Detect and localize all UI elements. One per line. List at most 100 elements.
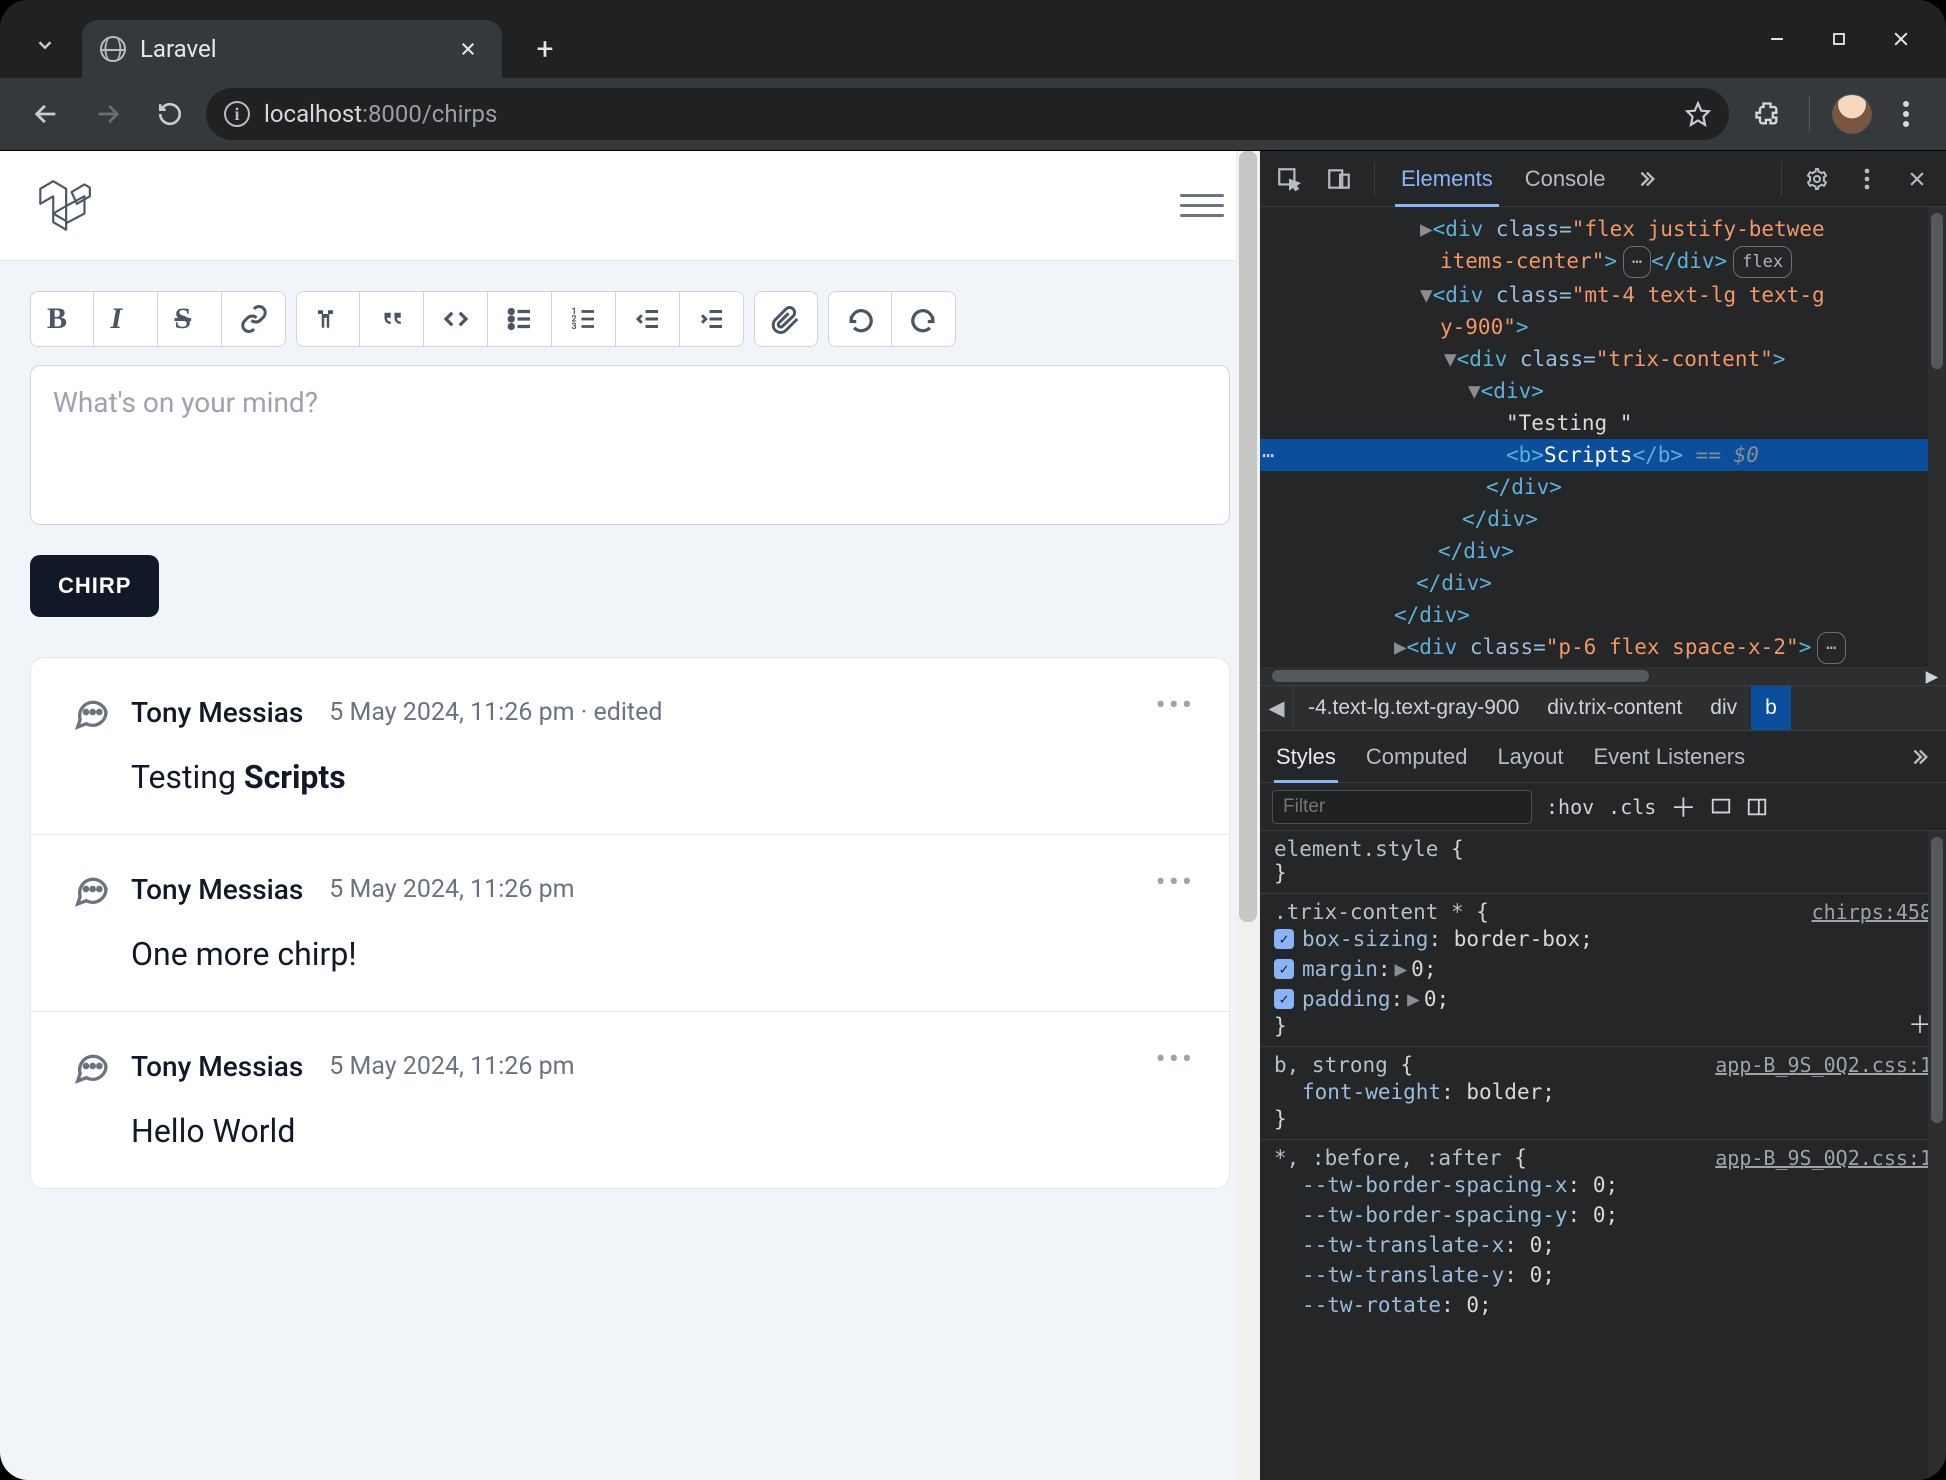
redo-button[interactable] [892, 291, 956, 347]
breadcrumb-item[interactable]: div.trix-content [1533, 686, 1696, 730]
breadcrumb-item[interactable]: -4.text-lg.text-gray-900 [1294, 686, 1533, 730]
styles-scrollbar[interactable] [1928, 831, 1946, 1480]
breadcrumb-scroll-left[interactable]: ◀ [1260, 686, 1294, 730]
nav-back-button[interactable] [20, 88, 72, 140]
link-button[interactable] [222, 291, 286, 347]
indent-button[interactable] [680, 291, 744, 347]
chirp-author: Tony Messias [131, 1050, 303, 1083]
chrome-window: Laravel + i localhost:8000/chirps [0, 0, 1946, 1480]
chirp-item: Tony Messias 5 May 2024, 11:26 pm ••• He… [31, 1012, 1229, 1188]
profile-avatar[interactable] [1832, 94, 1872, 134]
composer-placeholder: What's on your mind? [53, 386, 318, 419]
submit-chirp-button[interactable]: CHIRP [30, 555, 159, 617]
chirp-item: Tony Messias 5 May 2024, 11:26 pm · edit… [31, 658, 1229, 835]
cls-toggle[interactable]: .cls [1608, 795, 1656, 819]
heading-button[interactable] [296, 291, 360, 347]
styles-tab-listeners[interactable]: Event Listeners [1594, 732, 1746, 782]
outdent-button[interactable] [616, 291, 680, 347]
chirp-feed: Tony Messias 5 May 2024, 11:26 pm · edit… [30, 657, 1230, 1189]
chirp-body: One more chirp! [131, 935, 1189, 973]
chirp-menu-button[interactable]: ••• [1156, 1042, 1195, 1077]
devtools-tab-elements[interactable]: Elements [1391, 152, 1503, 206]
devtools-kebab-icon[interactable] [1848, 160, 1886, 198]
toggle-sidebar-icon[interactable] [1746, 796, 1768, 818]
devtools-panel: Elements Console ▶<div class="flex justi… [1260, 151, 1946, 1480]
chirp-body: Hello World [131, 1112, 1189, 1150]
chirp-menu-button[interactable]: ••• [1156, 688, 1195, 723]
number-list-button[interactable]: 123 [552, 291, 616, 347]
browser-tab[interactable]: Laravel [82, 20, 502, 78]
composer-input[interactable]: What's on your mind? [30, 365, 1230, 525]
breadcrumb-item[interactable]: div [1696, 686, 1751, 730]
window-close-button[interactable] [1878, 16, 1924, 62]
devtools-settings-icon[interactable] [1798, 160, 1836, 198]
undo-button[interactable] [828, 291, 892, 347]
styles-tab-computed[interactable]: Computed [1366, 732, 1468, 782]
page-scrollbar[interactable] [1236, 151, 1260, 1480]
dom-tree[interactable]: ▶<div class="flex justify-betwee items-c… [1260, 207, 1946, 667]
devtools-tabbar: Elements Console [1260, 151, 1946, 207]
chirp-menu-button[interactable]: ••• [1156, 865, 1195, 900]
tabs-search-button[interactable] [18, 18, 72, 72]
rule-source-link[interactable]: chirps:458 [1812, 900, 1932, 924]
rule-source-link[interactable]: app-B_9S_0Q2.css:1 [1715, 1053, 1932, 1077]
hov-toggle[interactable]: :hov [1546, 795, 1594, 819]
url-text: localhost:8000/chirps [264, 100, 497, 128]
window-controls [1754, 16, 1924, 62]
style-rule: element.style { } [1260, 831, 1946, 894]
nav-reload-button[interactable] [144, 88, 196, 140]
window-minimize-button[interactable] [1754, 16, 1800, 62]
bold-button[interactable]: B [30, 291, 94, 347]
styles-tabbar: Styles Computed Layout Event Listeners [1260, 731, 1946, 783]
code-button[interactable] [424, 291, 488, 347]
computed-panel-icon[interactable] [1710, 796, 1732, 818]
chat-icon [71, 1046, 111, 1086]
attach-button[interactable] [754, 291, 818, 347]
devtools-more-tabs[interactable] [1627, 160, 1665, 198]
nav-forward-button[interactable] [82, 88, 134, 140]
laravel-logo[interactable] [36, 178, 92, 234]
new-tab-button[interactable]: + [522, 26, 568, 72]
dom-hscrollbar[interactable]: ▶ [1260, 667, 1946, 685]
rich-text-toolbar: B I S 123 [30, 291, 1230, 347]
bookmark-star-icon[interactable] [1685, 101, 1711, 127]
window-maximize-button[interactable] [1816, 16, 1862, 62]
styles-more-tabs[interactable] [1908, 746, 1930, 768]
address-bar: i localhost:8000/chirps [0, 78, 1946, 150]
italic-button[interactable]: I [94, 291, 158, 347]
chirp-author: Tony Messias [131, 696, 303, 729]
dom-scrollbar[interactable] [1928, 207, 1946, 667]
new-style-rule-button[interactable]: ＋ [1670, 788, 1696, 825]
strike-button[interactable]: S [158, 291, 222, 347]
chirp-author: Tony Messias [131, 873, 303, 906]
tab-close-button[interactable] [452, 33, 484, 65]
site-info-icon[interactable]: i [224, 101, 250, 127]
styles-toolbar: :hov .cls ＋ [1260, 783, 1946, 831]
breadcrumb-item[interactable]: b [1751, 686, 1791, 730]
styles-pane[interactable]: element.style { } chirps:458 .trix-conte… [1260, 831, 1946, 1480]
tab-strip: Laravel + [0, 0, 1946, 78]
tab-title: Laravel [140, 35, 217, 63]
styles-filter-input[interactable] [1272, 790, 1532, 824]
devtools-tab-console[interactable]: Console [1515, 152, 1616, 206]
chat-icon [71, 869, 111, 909]
chirp-time: 5 May 2024, 11:26 pm [329, 875, 574, 904]
inspect-element-icon[interactable] [1270, 160, 1308, 198]
style-rule: app-B_9S_0Q2.css:1 b, strong { font-weig… [1260, 1047, 1946, 1140]
rule-source-link[interactable]: app-B_9S_0Q2.css:1 [1715, 1146, 1932, 1170]
separator [1809, 96, 1810, 132]
devtools-close-icon[interactable] [1898, 160, 1936, 198]
svg-text:3: 3 [571, 322, 576, 332]
chat-icon [71, 692, 111, 732]
url-field[interactable]: i localhost:8000/chirps [206, 88, 1729, 140]
device-toggle-icon[interactable] [1320, 160, 1358, 198]
chrome-menu-button[interactable] [1886, 94, 1926, 134]
styles-tab-layout[interactable]: Layout [1497, 732, 1563, 782]
bullet-list-button[interactable] [488, 291, 552, 347]
style-rule: chirps:458 .trix-content * { ✓box-sizing… [1260, 894, 1946, 1047]
styles-tab-styles[interactable]: Styles [1276, 732, 1336, 782]
extensions-icon[interactable] [1747, 94, 1787, 134]
mobile-menu-button[interactable] [1180, 184, 1224, 228]
page-content: B I S 123 [0, 151, 1260, 1480]
quote-button[interactable] [360, 291, 424, 347]
